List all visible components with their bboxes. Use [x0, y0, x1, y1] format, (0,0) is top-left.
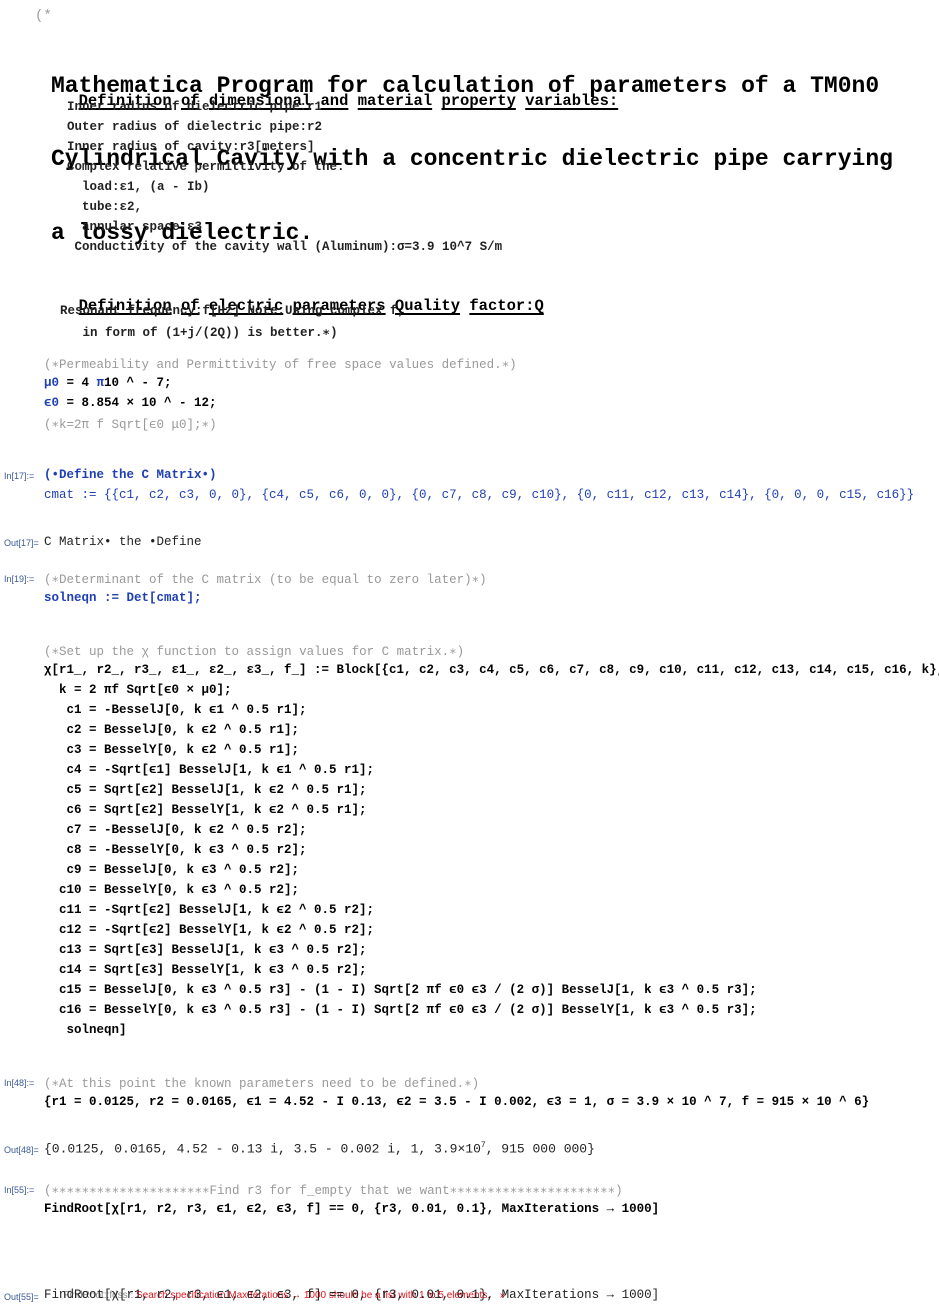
variable-description: annular space:ε3	[67, 220, 203, 234]
c-assignment[interactable]: c5 = Sqrt[ϵ2] BesselJ[1, k ϵ2 ^ 0.5 r1];	[44, 783, 367, 797]
in55-label: In[55]:=	[4, 1185, 35, 1195]
out17-value: C Matrix• the •Define	[44, 535, 202, 549]
k-comment: (∗k=2π f Sqrt[ϵ0 μ0];∗)	[44, 418, 217, 432]
variable-description: Conductivity of the cavity wall (Aluminu…	[67, 240, 503, 254]
in48-comment: (∗At this point the known parameters nee…	[44, 1077, 480, 1091]
eps0-definition[interactable]: ϵ0 = 8.854 × 10 ^ - 12;	[44, 396, 217, 410]
heading-word: property	[441, 92, 516, 110]
eps0-symbol: ϵ0	[44, 396, 60, 410]
variable-description: Complex relative permittivity of the:	[67, 160, 345, 174]
pi-symbol: π	[96, 376, 105, 390]
in48-label: In[48]:=	[4, 1078, 35, 1088]
variable-description: load:ε1, (a - Ib)	[67, 180, 210, 194]
heading-word: variables:	[525, 92, 619, 110]
c-assignment[interactable]: c3 = BesselY[0, k ϵ2 ^ 0.5 r1];	[44, 743, 300, 757]
eps0-value: = 8.854 × 10 ^ - 12;	[59, 396, 217, 410]
findroot-input[interactable]: FindRoot[χ[r1, r2, r3, ϵ1, ϵ2, ϵ3, f] ==…	[44, 1202, 659, 1216]
mu0-eq: = 4	[59, 376, 97, 390]
variable-description: Inner radius of dielectric pipe:r1	[67, 100, 323, 114]
electric-description: Resonant frequency:f[Hz] Note.Using comp…	[60, 304, 406, 318]
in19-label: In[19]:=	[4, 574, 35, 584]
c-assignment[interactable]: c12 = -Sqrt[ϵ2] BesselY[1, k ϵ2 ^ 0.5 r2…	[44, 923, 374, 937]
cmat-definition[interactable]: cmat := {{c1, c2, c3, 0, 0}, {c4, c5, c6…	[44, 488, 914, 502]
c-assignment[interactable]: c7 = -BesselJ[0, k ϵ2 ^ 0.5 r2];	[44, 823, 307, 837]
constants-comment: (∗Permeability and Permittivity of free …	[44, 358, 517, 372]
k-assignment[interactable]: k = 2 πf Sqrt[ϵ0 × μ0];	[44, 683, 232, 697]
c-assignment[interactable]: c15 = BesselJ[0, k ϵ3 ^ 0.5 r3] - (1 - I…	[44, 983, 757, 997]
chi-comment: (∗Set up the χ function to assign values…	[44, 645, 465, 659]
variable-description: Inner radius of cavity:r3[meters]	[67, 140, 315, 154]
out48-post: , 915 000 000}	[485, 1141, 595, 1157]
c-assignment[interactable]: c1 = -BesselJ[0, k ϵ1 ^ 0.5 r1];	[44, 703, 307, 717]
c-assignment[interactable]: c6 = Sqrt[ϵ2] BesselY[1, k ϵ2 ^ 0.5 r1];	[44, 803, 367, 817]
mu0-definition[interactable]: μ0 = 4 π10 ^ - 7;	[44, 376, 172, 390]
c-assignment[interactable]: c10 = BesselY[0, k ϵ3 ^ 0.5 r2];	[44, 883, 299, 897]
variable-description: tube:ε2,	[67, 200, 143, 214]
comment-open: (*	[35, 8, 52, 24]
mu0-value: 10 ^ - 7;	[104, 376, 172, 390]
out55-value: FindRoot[χ[r1, r2, r3, ϵ1, ϵ2, ϵ3, f] ==…	[44, 1288, 660, 1302]
c-assignment[interactable]: c11 = -Sqrt[ϵ2] BesselJ[1, k ϵ2 ^ 0.5 r2…	[44, 903, 374, 917]
c-assignment[interactable]: c8 = -BesselY[0, k ϵ3 ^ 0.5 r2];	[44, 843, 307, 857]
out17-label: Out[17]=	[4, 538, 39, 548]
c-assignment[interactable]: c9 = BesselJ[0, k ϵ3 ^ 0.5 r2];	[44, 863, 300, 877]
out48-label: Out[48]=	[4, 1145, 39, 1155]
c-assignment[interactable]: c16 = BesselY[0, k ϵ3 ^ 0.5 r3] - (1 - I…	[44, 1003, 757, 1017]
heading-word: and	[320, 92, 349, 110]
solneqn-definition[interactable]: solneqn := Det[cmat];	[44, 591, 202, 605]
heading-word: material	[357, 92, 433, 110]
heading-word: factor:Q	[469, 297, 544, 315]
mu0-symbol: μ0	[44, 376, 60, 390]
out48-value: {0.0125, 0.0165, 4.52 - 0.13 i, 3.5 - 0.…	[44, 1141, 595, 1156]
in19-comment: (∗Determinant of the C matrix (to be equ…	[44, 573, 487, 587]
block-return[interactable]: solneqn]	[44, 1023, 127, 1037]
chi-header[interactable]: χ[r1_, r2_, r3_, ε1_, ε2_, ε3_, f_] := B…	[44, 663, 939, 677]
c-assignment[interactable]: c4 = -Sqrt[ϵ1] BesselJ[1, k ϵ1 ^ 0.5 r1]…	[44, 763, 375, 777]
c-assignment[interactable]: c14 = Sqrt[ϵ3] BesselY[1, k ϵ3 ^ 0.5 r2]…	[44, 963, 367, 977]
variable-description: Outer radius of dielectric pipe:r2	[67, 120, 323, 134]
parameters-definition[interactable]: {r1 = 0.0125, r2 = 0.0165, ϵ1 = 4.52 - I…	[44, 1095, 869, 1109]
c-assignment[interactable]: c2 = BesselJ[0, k ϵ2 ^ 0.5 r1];	[44, 723, 300, 737]
in17-label: In[17]:=	[4, 471, 35, 481]
in55-comment: (∗∗∗∗∗∗∗∗∗∗∗∗∗∗∗∗∗∗∗∗∗Find r3 for f_empt…	[44, 1184, 623, 1198]
out48-pre: {0.0125, 0.0165, 4.52 - 0.13 i, 3.5 - 0.…	[44, 1141, 481, 1157]
in17-comment[interactable]: (•Define the C Matrix•)	[44, 468, 217, 482]
out55-label: Out[55]=	[4, 1292, 39, 1302]
electric-description: in form of (1+j/(2Q)) is better.∗)	[60, 326, 338, 340]
c-assignment[interactable]: c13 = Sqrt[ϵ3] BesselJ[1, k ϵ3 ^ 0.5 r2]…	[44, 943, 367, 957]
